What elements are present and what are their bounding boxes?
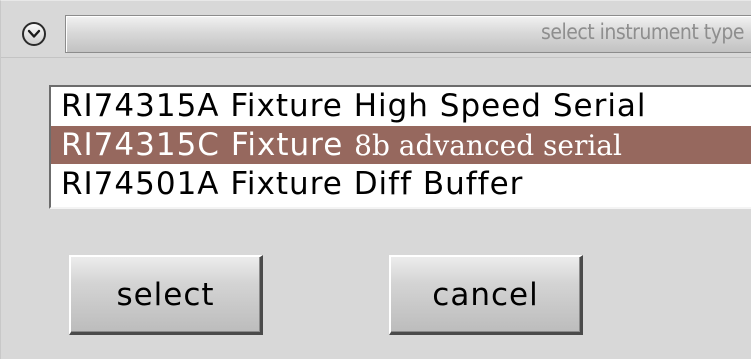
collapse-button[interactable] bbox=[22, 22, 46, 46]
instrument-code: RI74501A bbox=[61, 166, 231, 202]
instrument-list[interactable]: RI74315A Fixture High Speed Serial RI743… bbox=[49, 85, 751, 209]
instrument-description: 8b advanced serial bbox=[354, 129, 622, 162]
list-item-selected[interactable]: RI74315C Fixture 8b advanced serial bbox=[51, 126, 751, 164]
instrument-kind: Fixture bbox=[230, 88, 354, 124]
instrument-code: RI74315A bbox=[61, 88, 231, 124]
instrument-type-dialog: select instrument type RI74315A Fixture … bbox=[0, 0, 751, 359]
instrument-kind: Fixture bbox=[230, 127, 355, 163]
cancel-button[interactable]: cancel bbox=[389, 255, 583, 335]
chevron-down-icon bbox=[27, 29, 41, 38]
title-bar: select instrument type bbox=[1, 1, 751, 58]
instrument-description: Diff Buffer bbox=[353, 166, 524, 202]
dialog-title: select instrument type bbox=[541, 20, 744, 44]
title-field: select instrument type bbox=[65, 15, 751, 53]
list-item[interactable]: RI74501A Fixture Diff Buffer bbox=[51, 165, 751, 203]
instrument-description: High Speed Serial bbox=[353, 88, 647, 124]
list-item[interactable]: RI74315A Fixture High Speed Serial bbox=[51, 87, 751, 125]
instrument-kind: Fixture bbox=[230, 166, 354, 202]
instrument-code: RI74315C bbox=[61, 127, 231, 163]
select-button[interactable]: select bbox=[69, 255, 263, 335]
